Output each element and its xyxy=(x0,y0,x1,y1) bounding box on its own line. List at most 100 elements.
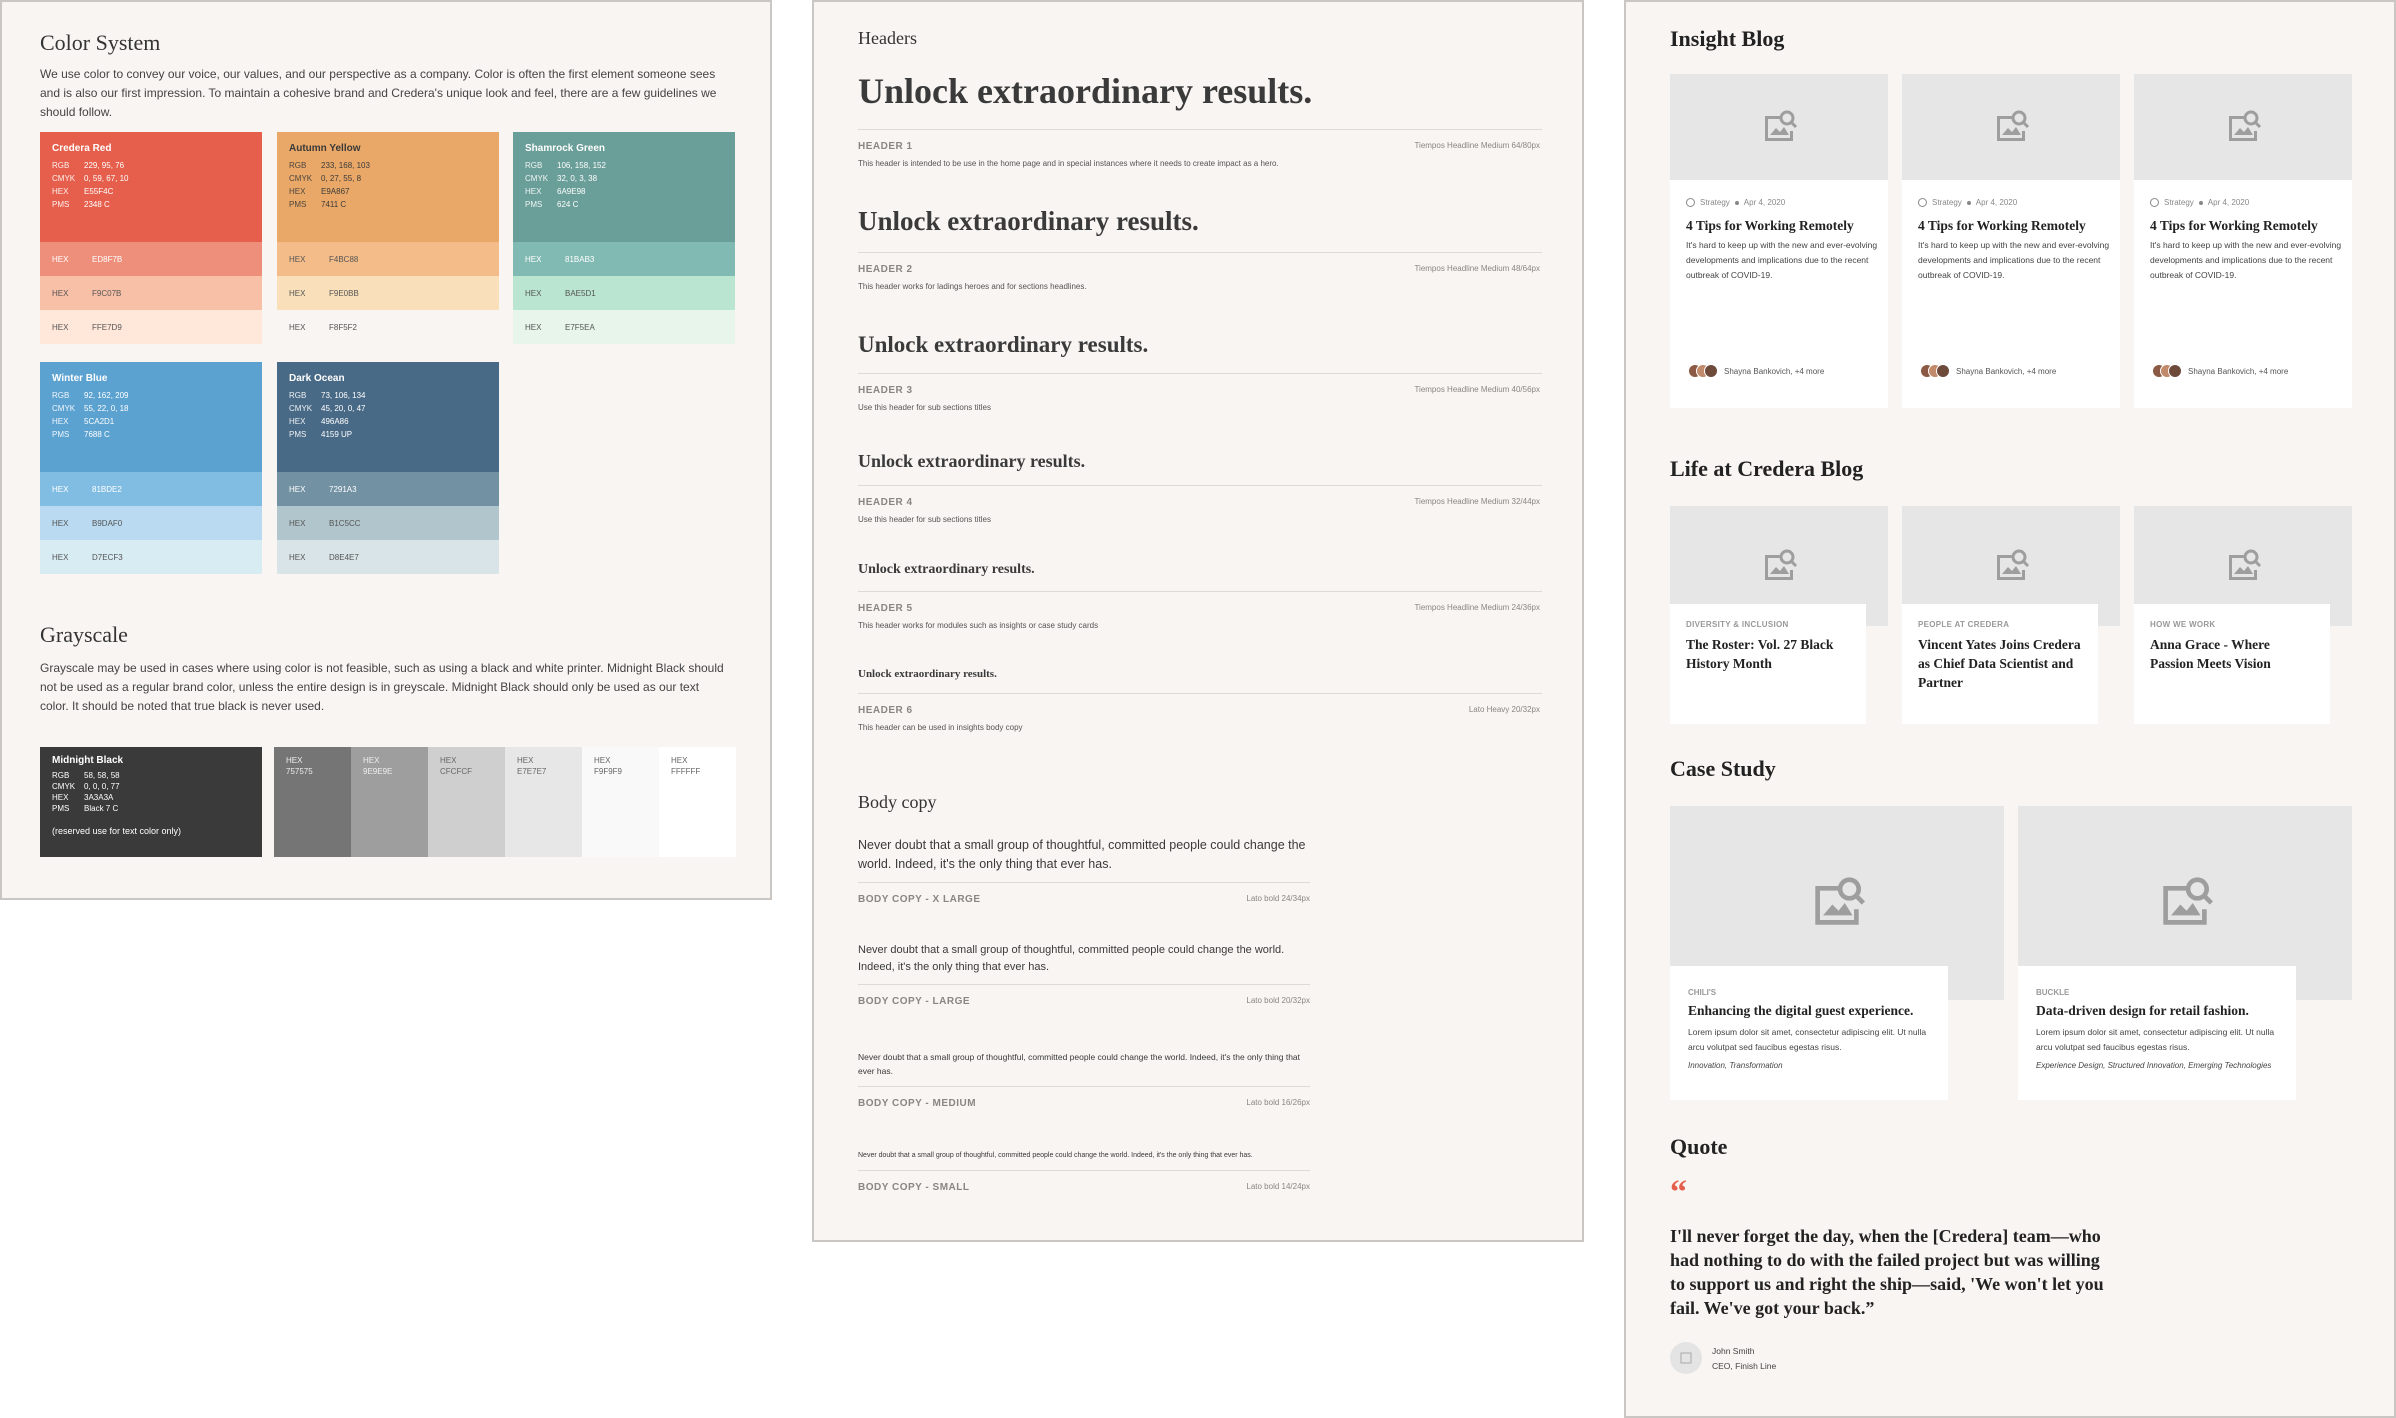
header-desc: Use this header for sub sections titles xyxy=(858,403,991,413)
gray-swatch-label: HEX xyxy=(671,756,688,765)
separator-dot xyxy=(1966,200,1971,205)
tint-hex: D7ECF3 xyxy=(92,552,123,562)
color-value-label: RGB xyxy=(289,391,307,400)
tint-label: HEX xyxy=(52,484,69,494)
color-value: 624 C xyxy=(557,200,579,209)
header-spec: Tiempos Headline Medium 64/80px xyxy=(1414,140,1540,150)
color-value-row: PMS 624 C xyxy=(525,198,723,211)
color-value-row: HEX 496A86 xyxy=(289,415,487,428)
case-study-title: Case Study xyxy=(1670,756,1776,781)
color-value: 106, 158, 152 xyxy=(557,161,606,170)
color-card-main: Winter Blue RGB 92, 162, 209 CMYK 55, 22, 0,… xyxy=(40,362,262,472)
gray-swatch-label: HEX xyxy=(517,756,534,765)
card-authors: Shayna Bankovich, +4 more xyxy=(2152,364,2288,378)
insight-card[interactable]: Strategy Apr 4, 2020 4 Tips for Working Re… xyxy=(1902,74,2120,408)
header-desc: This header works for ladings heroes and… xyxy=(858,282,1087,292)
color-value-label: HEX xyxy=(52,187,69,196)
card-authors: Shayna Bankovich, +4 more xyxy=(1688,364,1824,378)
color-value-label: HEX xyxy=(289,417,306,426)
color-system-intro: We use color to convey our voice, our va… xyxy=(40,67,717,119)
midnight-pms: Black 7 C xyxy=(84,804,119,813)
image-placeholder-icon xyxy=(2163,877,2213,925)
body-copy-title: Body copy xyxy=(858,792,937,812)
color-value-row: CMYK 45, 20, 0, 47 xyxy=(289,402,487,415)
insight-card[interactable]: Strategy Apr 4, 2020 4 Tips for Working Re… xyxy=(1670,74,1888,408)
life-card[interactable]: DIVERSITY & INCLUSION The Roster: Vol. 27… xyxy=(1670,604,1866,724)
color-card: Autumn Yellow RGB 233, 168, 103 CMYK 0, 27, … xyxy=(277,132,499,344)
divider xyxy=(858,373,1542,375)
play-circle-icon xyxy=(2150,198,2159,208)
body-sample: Never doubt that a small group of though… xyxy=(858,838,1306,871)
gray-swatch-hex: 9E9E9E xyxy=(363,767,393,776)
divider xyxy=(858,692,1542,694)
case-study-card[interactable]: CHILI'S Enhancing the digital guest exper… xyxy=(1670,966,1948,1100)
card-meta: Strategy Apr 4, 2020 xyxy=(1918,198,2017,208)
color-value-row: CMYK 0, 59, 67, 10 xyxy=(52,172,250,185)
header-spec: Tiempos Headline Medium 48/64px xyxy=(1414,264,1540,274)
card-category: Strategy xyxy=(1932,198,1962,207)
case-study-card[interactable]: BUCKLE Data-driven design for retail fash… xyxy=(2018,966,2296,1100)
quote-author-role: CEO, Finish Line xyxy=(1712,1361,1777,1371)
image-placeholder-icon xyxy=(1997,110,2030,141)
color-name: Shamrock Green xyxy=(525,143,606,154)
color-value-label: PMS xyxy=(52,200,70,209)
tint-hex: F9E0BB xyxy=(329,288,359,298)
play-circle-icon xyxy=(1918,198,1927,208)
tint-hex: F8F5F2 xyxy=(329,322,358,332)
card-category: PEOPLE AT CREDERA xyxy=(1918,620,2010,629)
card-title: 4 Tips for Working Remotely xyxy=(2150,218,2318,233)
color-tint: HEX D7ECF3 xyxy=(40,540,262,574)
header-desc: Use this header for sub sections titles xyxy=(858,515,991,525)
header-label: HEADER 1 xyxy=(858,140,913,152)
color-value-label: CMYK xyxy=(52,174,76,183)
header-desc: This header is intended to be use in the… xyxy=(858,158,1279,168)
color-card: Shamrock Green RGB 106, 158, 152 CMYK 32, 0,… xyxy=(513,132,735,344)
color-value: 92, 162, 209 xyxy=(84,391,129,400)
header-label: HEADER 4 xyxy=(858,497,913,509)
header-sample: Unlock extraordinary results. xyxy=(858,71,1313,111)
card-image xyxy=(1670,74,1888,180)
play-circle-icon xyxy=(1686,198,1695,208)
case-body: Lorem ipsum dolor sit amet, consectetur … xyxy=(2036,1027,2275,1052)
color-value: 2348 C xyxy=(84,200,110,209)
header-spec: Tiempos Headline Medium 40/56px xyxy=(1414,385,1540,395)
color-tint: HEX 81BAB3 xyxy=(513,242,735,276)
color-value-label: HEX xyxy=(525,187,542,196)
life-card[interactable]: HOW WE WORK Anna Grace - Where Passion Me… xyxy=(2134,604,2330,724)
separator-dot xyxy=(1734,200,1739,205)
separator-dot xyxy=(2198,200,2203,205)
tint-hex: E7F5EA xyxy=(565,322,595,332)
color-value: E55F4C xyxy=(84,187,114,196)
color-value-label: RGB xyxy=(52,161,70,170)
tint-label: HEX xyxy=(525,288,542,298)
insight-card[interactable]: Strategy Apr 4, 2020 4 Tips for Working Re… xyxy=(2134,74,2352,408)
color-value: 5CA2D1 xyxy=(84,417,115,426)
color-value: 496A86 xyxy=(321,417,349,426)
card-category: HOW WE WORK xyxy=(2150,620,2216,629)
label-rgb: RGB xyxy=(52,771,70,780)
tint-hex: F9C07B xyxy=(92,288,122,298)
gray-swatch-hex: E7E7E7 xyxy=(517,767,547,776)
case-tags: Innovation, Transformation xyxy=(1688,1061,1783,1070)
case-client: CHILI'S xyxy=(1688,988,1717,997)
gray-swatch-hex: CFCFCF xyxy=(440,767,472,776)
grayscale-intro: Grayscale may be used in cases where usi… xyxy=(40,661,724,713)
card-image xyxy=(1902,74,2120,180)
color-system-title: Color System xyxy=(40,30,161,55)
card-date: Apr 4, 2020 xyxy=(1743,198,1786,207)
card-meta: Strategy Apr 4, 2020 xyxy=(2150,198,2249,208)
gray-swatch: HEX FFFFFF xyxy=(659,747,736,857)
color-value-row: CMYK 32, 0, 3, 38 xyxy=(525,172,723,185)
color-value-label: RGB xyxy=(52,391,70,400)
color-value-row: PMS 4159 UP xyxy=(289,428,487,441)
divider xyxy=(858,590,1542,592)
midnight-black-swatch: Midnight Black RGB 58, 58, 58 CMYK 0, 0, 0… xyxy=(40,747,262,857)
life-card[interactable]: PEOPLE AT CREDERA Vincent Yates Joins Cre… xyxy=(1902,604,2098,724)
header-desc: This header can be used in insights body… xyxy=(858,722,1023,732)
color-system-panel: Color System We use color to convey our … xyxy=(0,0,772,900)
tint-label: HEX xyxy=(289,518,306,528)
card-excerpt: It's hard to keep up with the new and ev… xyxy=(2150,240,2342,280)
life-blog-title: Life at Credera Blog xyxy=(1670,456,1864,481)
quote-title: Quote xyxy=(1670,1134,1728,1159)
quote-text: I'll never forget the day, when the [Cre… xyxy=(1670,1226,2104,1318)
